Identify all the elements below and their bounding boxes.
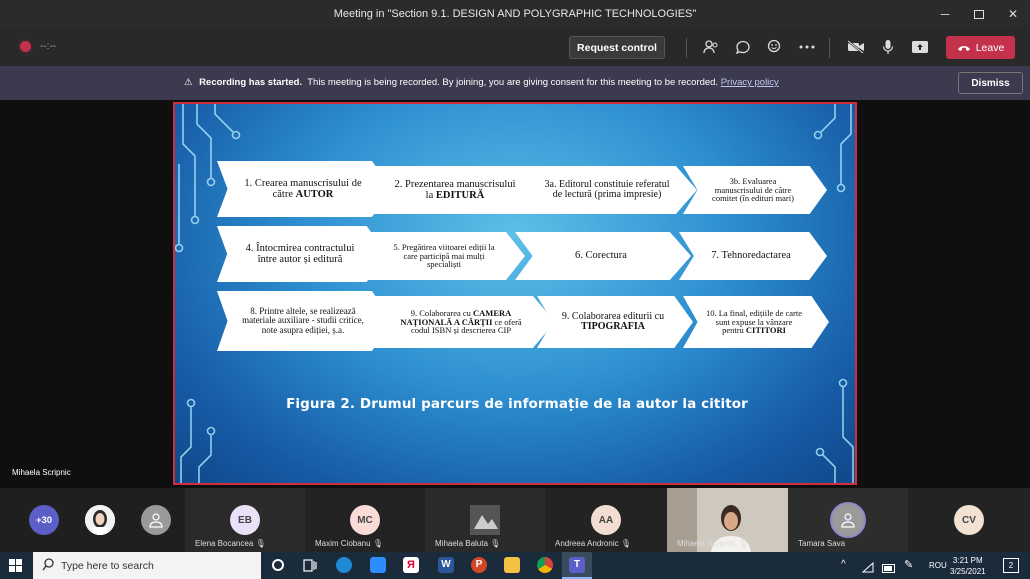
minimize-icon[interactable]: ─	[928, 0, 962, 28]
window-title: Meeting in "Section 9.1. DESIGN AND POLY…	[333, 8, 697, 20]
taskbar-clock[interactable]: 3:21 PM 3/25/2021	[950, 555, 986, 577]
participant-avatar-generic[interactable]	[141, 505, 171, 535]
participant-photo	[470, 505, 500, 535]
participant-tile[interactable]: AA Andreea Andronic 🎙	[545, 488, 667, 552]
window-controls: ─ ✕	[928, 0, 1030, 28]
participant-name: Tamara Sava	[798, 539, 846, 548]
more-options-icon[interactable]	[797, 37, 817, 57]
reactions-icon[interactable]	[765, 37, 785, 57]
teams-taskbar-button[interactable]: T	[562, 552, 592, 579]
toolbar-divider	[686, 38, 687, 58]
search-placeholder: Type here to search	[61, 559, 154, 572]
process-step-7: 7. Tehnoredactarea	[679, 232, 827, 280]
participant-tile-speaking[interactable]: Tamara Sava	[788, 488, 908, 552]
participant-tile[interactable]: CV	[908, 488, 1030, 552]
zoom-icon[interactable]	[370, 557, 386, 573]
privacy-policy-link[interactable]: Privacy policy	[721, 77, 779, 88]
participant-tile[interactable]: EB Elena Bocancea 🎙	[185, 488, 305, 552]
process-step-8: 8. Printre altele, se realizează materia…	[217, 291, 393, 351]
shared-slide: 1. Crearea manuscrisului de către AUTOR …	[173, 102, 857, 485]
toolbar-divider	[829, 38, 830, 58]
process-step-3a: 3a. Editorul constituie referatul de lec…	[521, 166, 697, 214]
powerpoint-icon[interactable]: P	[471, 557, 487, 573]
teams-icon: T	[569, 557, 585, 573]
process-step-1: 1. Crearea manuscrisului de către AUTOR	[217, 161, 393, 217]
windows-taskbar: Type here to search Я W P T ^ ✎ ROU 3:21…	[0, 552, 1030, 579]
hang-up-icon	[957, 45, 970, 51]
participant-name: Mihaela Baluta 🎙	[435, 539, 501, 548]
battery-icon[interactable]	[882, 560, 896, 578]
mic-muted-icon: 🎙	[255, 539, 266, 548]
participant-name: Mihaela Scripnic 🎙	[677, 539, 749, 548]
recording-banner-message: ⚠ Recording has started. This meeting is…	[184, 77, 779, 88]
task-view-icon[interactable]	[303, 559, 317, 577]
participants-icon[interactable]	[701, 37, 721, 57]
notifications-icon[interactable]: 2	[1003, 558, 1019, 573]
share-screen-icon[interactable]	[910, 37, 930, 57]
restore-icon[interactable]	[962, 0, 996, 28]
cortana-icon[interactable]	[272, 559, 284, 571]
participant-initials-avatar: CV	[954, 505, 984, 535]
microphone-icon[interactable]	[878, 37, 898, 57]
participant-tile[interactable]: MC Maxim Ciobanu 🎙	[305, 488, 425, 552]
process-step-2: 2. Prezentarea manuscrisului la EDITURĂ	[371, 166, 543, 214]
participant-name: Maxim Ciobanu 🎙	[315, 539, 383, 548]
process-step-10: 10. La final, edițiile de carte sunt exp…	[683, 296, 829, 348]
mic-muted-icon: 🎙	[620, 539, 631, 548]
close-icon[interactable]: ✕	[996, 0, 1030, 28]
slide-caption: Figura 2. Drumul parcurs de informație d…	[286, 396, 748, 412]
search-icon	[42, 558, 54, 574]
mic-muted-icon: 🎙	[372, 539, 383, 548]
pen-icon[interactable]: ✎	[904, 558, 913, 571]
process-step-9-tipografia: 9. Colaborarea editurii cu TIPOGRAFIA	[537, 296, 693, 348]
process-step-6: 6. Corectura	[515, 232, 691, 280]
chevron-up-icon[interactable]: ^	[841, 559, 846, 570]
edge-icon[interactable]	[336, 557, 352, 573]
clock-date: 3/25/2021	[950, 567, 986, 576]
file-explorer-icon[interactable]	[504, 557, 520, 573]
word-icon[interactable]: W	[438, 557, 454, 573]
process-step-3b: 3b. Evaluarea manuscrisului de către com…	[683, 166, 827, 214]
chrome-icon[interactable]	[537, 557, 553, 573]
participant-video-tile[interactable]: Mihaela Scripnic 🎙	[667, 488, 788, 552]
recording-indicator-icon	[20, 41, 31, 52]
mic-muted-icon: 🎙	[490, 539, 501, 548]
recording-banner: ⚠ Recording has started. This meeting is…	[0, 66, 1030, 100]
yandex-icon[interactable]: Я	[403, 557, 419, 573]
windows-start-icon[interactable]	[9, 559, 22, 577]
meeting-toolbar: --:-- Request control Leave	[0, 28, 1030, 66]
process-step-9-camera: 9. Colaborarea cu CAMERA NAȚIONALĂ A CĂR…	[371, 296, 555, 348]
participant-strip: +30 EB Elena Bocancea 🎙 MC Maxim Ciobanu…	[0, 488, 1030, 552]
clock-time: 3:21 PM	[952, 556, 983, 565]
presenter-name: Mihaela Scripnic	[12, 468, 71, 477]
participant-initials-avatar: MC	[350, 505, 380, 535]
participant-initials-avatar: EB	[230, 505, 260, 535]
window-title-bar: Meeting in "Section 9.1. DESIGN AND POLY…	[0, 0, 1030, 28]
participant-avatar-generic	[830, 502, 866, 538]
participant-name: Elena Bocancea 🎙	[195, 539, 266, 548]
chat-icon[interactable]	[733, 37, 753, 57]
network-icon[interactable]	[861, 560, 874, 578]
participant-name: Andreea Andronic 🎙	[555, 539, 631, 548]
recording-banner-text: This meeting is being recorded. By joini…	[307, 77, 719, 88]
participant-initials-avatar: AA	[591, 505, 621, 535]
leave-button[interactable]: Leave	[946, 36, 1015, 59]
participant-photo[interactable]	[85, 505, 115, 535]
recording-banner-title: Recording has started.	[199, 77, 303, 88]
request-control-button[interactable]: Request control	[569, 36, 665, 59]
overflow-participants-badge[interactable]: +30	[29, 505, 59, 535]
mic-muted-icon: 🎙	[737, 539, 749, 548]
participant-tile[interactable]: Mihaela Baluta 🎙	[425, 488, 545, 552]
warning-icon: ⚠	[184, 77, 193, 88]
language-indicator[interactable]: ROU	[929, 561, 947, 570]
dismiss-button[interactable]: Dismiss	[958, 72, 1023, 94]
process-step-5: 5. Pregătirea viitoarei ediții la care p…	[367, 232, 525, 280]
meeting-timer: --:--	[40, 41, 57, 52]
taskbar-search-box[interactable]: Type here to search	[33, 552, 261, 579]
process-step-4: 4. Întocmirea contractului între autor ș…	[217, 226, 387, 282]
camera-off-icon[interactable]	[846, 37, 866, 57]
leave-label: Leave	[975, 41, 1005, 54]
